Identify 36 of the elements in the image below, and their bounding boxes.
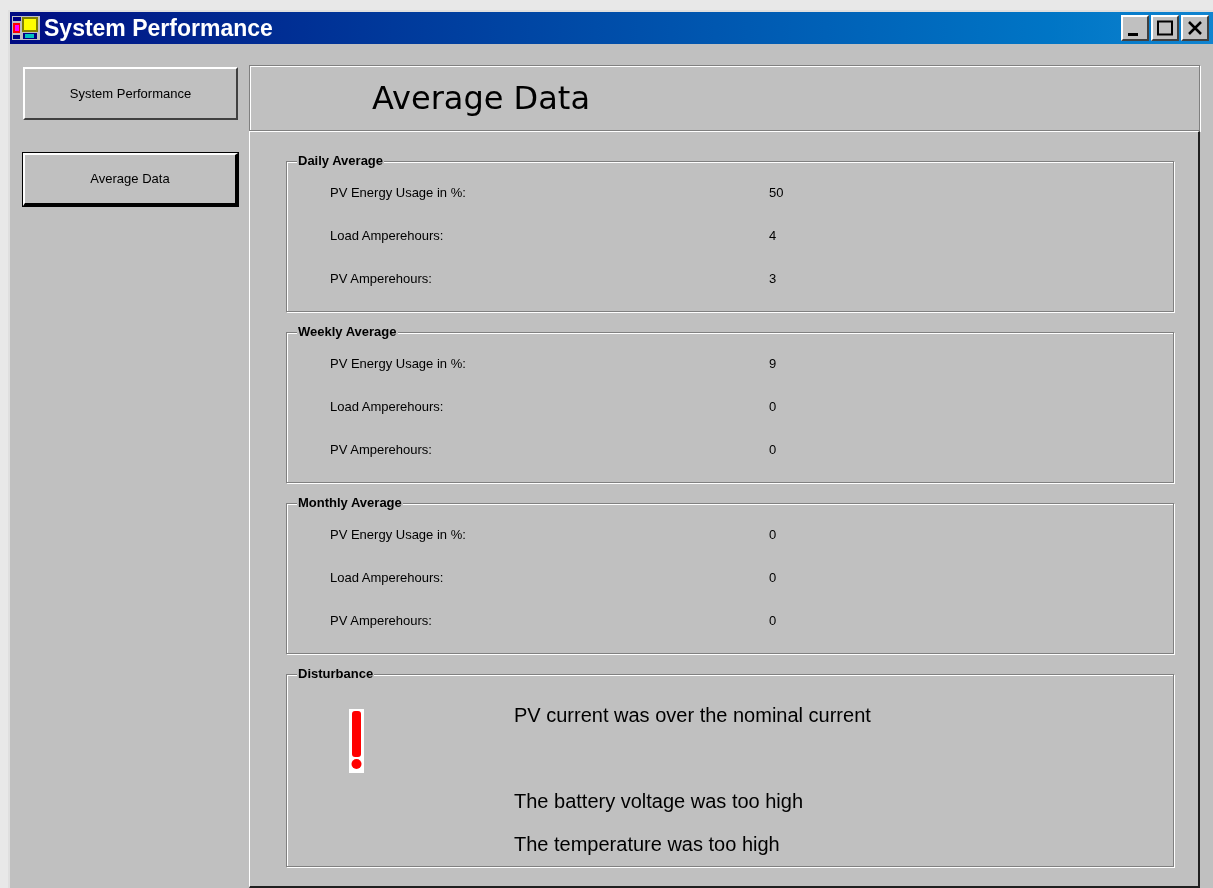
- warning-icon: [349, 709, 364, 773]
- app-icon: [12, 16, 40, 40]
- header-title: Average Data: [372, 78, 590, 119]
- row-label: PV Energy Usage in %:: [330, 526, 467, 544]
- window-title: System Performance: [44, 16, 273, 40]
- group-title: Daily Average: [297, 153, 385, 169]
- close-button[interactable]: [1181, 15, 1209, 41]
- group-title: Monthly Average: [297, 495, 403, 511]
- maximize-button[interactable]: [1151, 15, 1179, 41]
- row-value: 0: [769, 398, 777, 416]
- maximize-icon: [1156, 20, 1174, 36]
- row-value: 4: [769, 227, 777, 245]
- row-value: 9: [769, 355, 777, 373]
- close-icon: [1186, 20, 1204, 36]
- row-label: Load Amperehours:: [330, 398, 445, 416]
- minimize-icon: [1128, 32, 1138, 36]
- row-label: PV Amperehours:: [330, 612, 433, 630]
- row-value: 0: [769, 526, 777, 544]
- row-label: Load Amperehours:: [330, 569, 445, 587]
- row-value: 0: [769, 569, 777, 587]
- nav-button[interactable]: Average Data: [23, 153, 238, 206]
- row-value: 50: [769, 184, 784, 202]
- disturbance-message: The temperature was too high: [514, 832, 781, 857]
- row-label: PV Energy Usage in %:: [330, 184, 467, 202]
- row-value: 3: [769, 270, 777, 288]
- row-value: 0: [769, 612, 777, 630]
- minimize-button[interactable]: [1121, 15, 1149, 41]
- row-label: PV Amperehours:: [330, 270, 433, 288]
- group-title: Weekly Average: [297, 324, 398, 340]
- row-label: Load Amperehours:: [330, 227, 445, 245]
- row-value: 0: [769, 441, 777, 459]
- row-label: PV Amperehours:: [330, 441, 433, 459]
- disturbance-message: PV current was over the nominal current: [514, 703, 871, 728]
- nav-button[interactable]: System Performance: [23, 67, 238, 120]
- disturbance-message: The battery voltage was too high: [514, 789, 805, 814]
- row-label: PV Energy Usage in %:: [330, 355, 467, 373]
